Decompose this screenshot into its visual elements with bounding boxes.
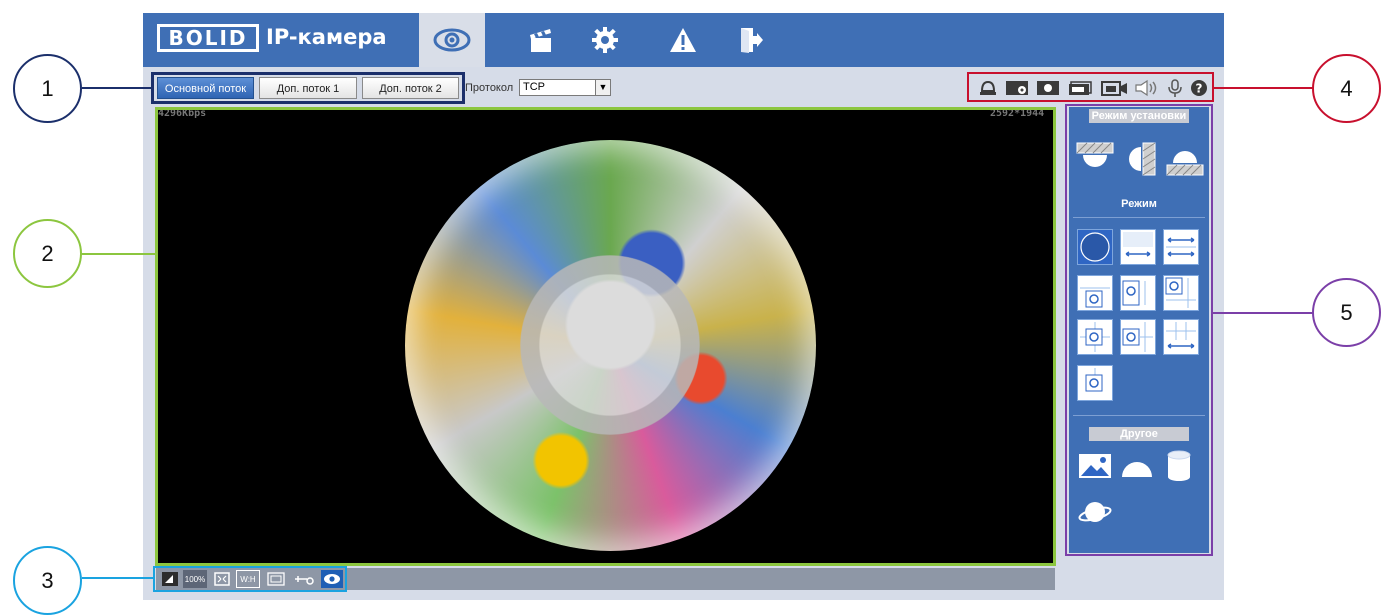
callout-5-frame xyxy=(1065,104,1213,556)
protocol-label: Протокол xyxy=(465,82,514,94)
eye-icon xyxy=(433,28,471,52)
callout-1-circle: 1 xyxy=(13,54,82,123)
callout-1-frame xyxy=(151,72,465,104)
protocol-value: TCP xyxy=(523,81,545,93)
chevron-down-icon: ▼ xyxy=(595,80,610,95)
callout-5-circle: 5 xyxy=(1312,278,1381,347)
bolid-logo: BOLID xyxy=(157,24,259,52)
callout-2-frame xyxy=(155,107,1056,566)
nav-alarm-button[interactable] xyxy=(651,13,715,67)
callout-4-frame xyxy=(967,72,1214,102)
callout-2-line xyxy=(82,253,156,255)
callout-5-line xyxy=(1213,312,1319,314)
callout-1-line xyxy=(82,87,152,89)
nav-live-button[interactable] xyxy=(419,13,485,67)
callout-3-circle: 3 xyxy=(13,546,82,615)
clapperboard-icon xyxy=(530,29,551,52)
callout-2-circle: 2 xyxy=(13,219,82,288)
callout-3-line xyxy=(82,577,154,579)
protocol-select[interactable]: TCP ▼ xyxy=(519,79,611,96)
app-title: IP-камера xyxy=(266,25,387,49)
exit-icon xyxy=(741,28,763,53)
nav-logout-button[interactable] xyxy=(719,13,783,67)
gear-icon xyxy=(592,27,618,53)
warning-icon xyxy=(670,28,696,52)
callout-4-circle: 4 xyxy=(1312,54,1381,123)
nav-setup-button[interactable] xyxy=(573,13,637,67)
nav-playback-button[interactable] xyxy=(509,13,573,67)
callout-3-frame xyxy=(153,566,347,592)
callout-4-line xyxy=(1214,87,1318,89)
